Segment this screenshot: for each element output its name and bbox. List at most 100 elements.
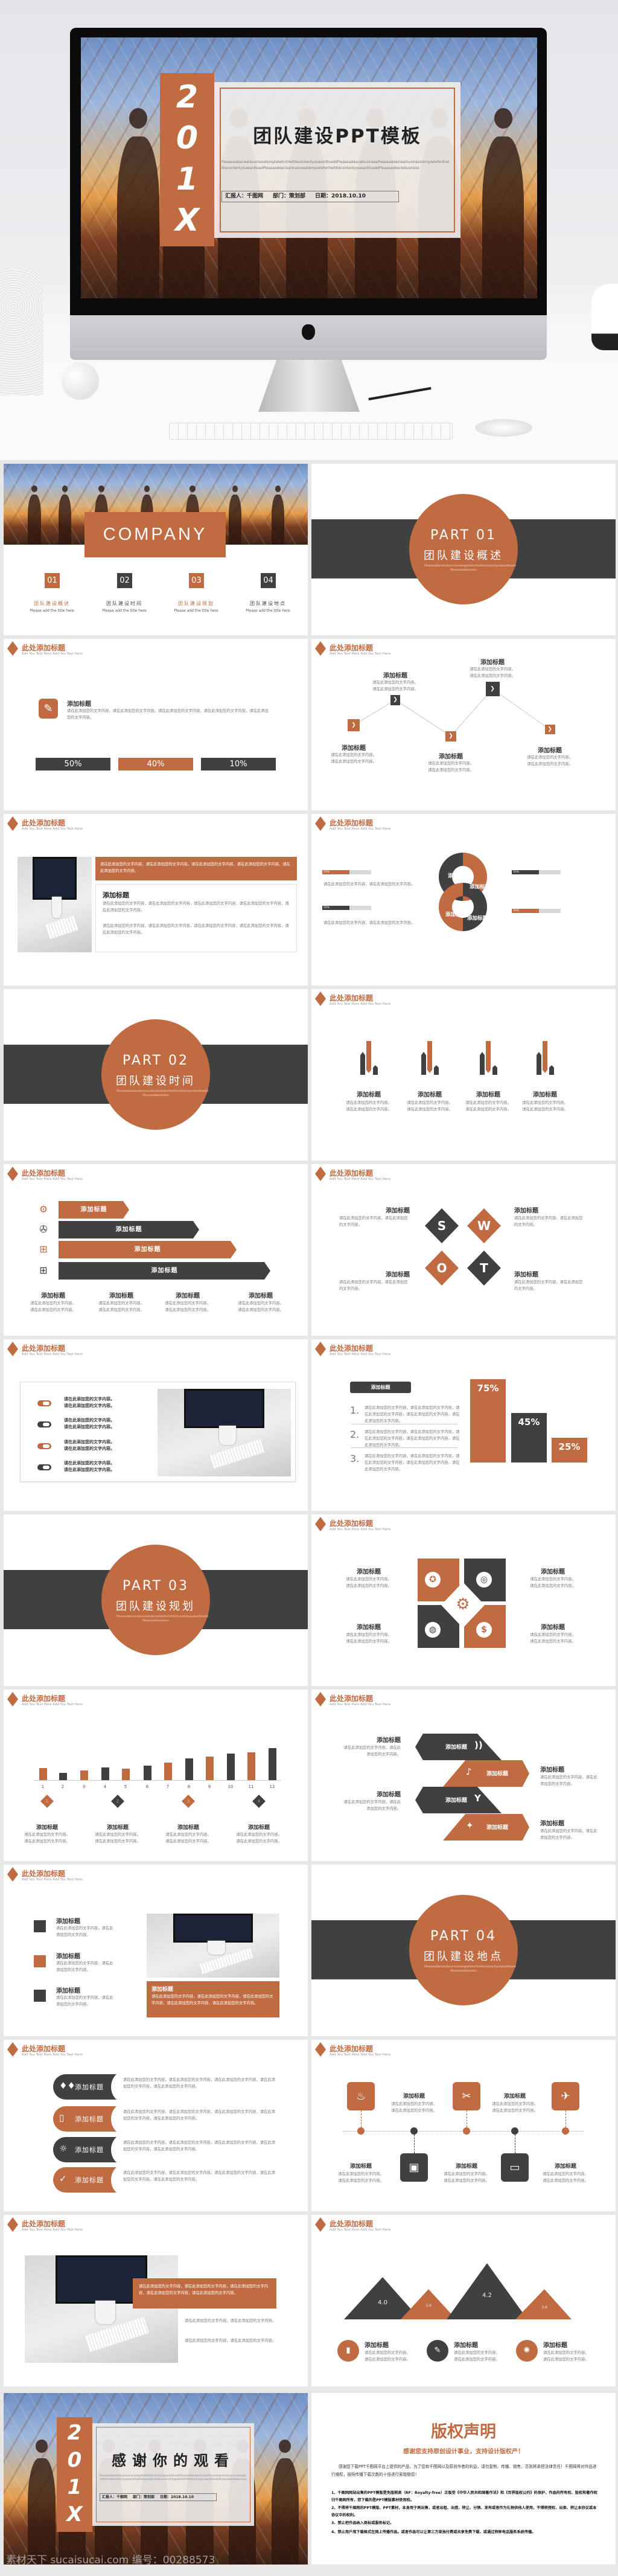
slide-subtitle: Add You Text Here Add You Text Here [330,1353,390,1356]
slide-23-thanks[interactable]: 2 0 1 X 感谢你的观看 Pleaseaddaclearbusinesstemplat… [4,2393,308,2565]
slide-18-part[interactable]: PART 04 团队建设地点 Pleaseaddaclearbusinesstemp… [311,1865,616,2036]
toc-subtitle: Please add the title here [174,609,218,613]
item-title: 添加标题 [418,1092,442,1098]
toggle-2[interactable] [37,1421,51,1427]
slide-21-photo_overlay[interactable]: 此处添加标题 Add You Text Here Add You Text Her… [4,2215,308,2386]
slide-4-zigzag[interactable]: 此处添加标题 Add You Text Here Add You Text Her… [311,639,616,810]
slide-22-mountains[interactable]: 此处添加标题 Add You Text Here Add You Text Her… [311,2215,616,2386]
item-title: 添加标题 [386,1272,410,1278]
toggle-4[interactable] [37,1464,51,1470]
desk-photo [25,2255,178,2363]
x-tick-label: 12 [269,1784,275,1789]
hero-mockup: 2 0 1 X 团队建设PPT模板 Pleaseaddaclearbusinesstemp… [0,0,618,460]
slide-5-photo_text[interactable]: 此处添加标题 Add You Text Here Add You Text Her… [4,814,308,985]
slide-6-knot[interactable]: 此处添加标题 Add You Text Here Add You Text Her… [311,814,616,985]
slide-11-toggles[interactable]: 此处添加标题 Add You Text Here Add You Text Her… [4,1339,308,1511]
item-title: 添加标题 [357,1569,381,1575]
toggle-3[interactable] [37,1443,51,1449]
silhouette-head [494,107,513,129]
item-title: 添加标题 [377,1737,401,1744]
slide-1-company[interactable]: COMPANY 01 团队建设概述 Please add the title here… [4,464,308,635]
slide-subtitle: Add You Text Here Add You Text Here [330,1177,390,1181]
campfire-icon: ♨ [347,2082,375,2110]
slide-3-icon_percent[interactable]: 此处添加标题 Add You Text Here Add You Text Her… [4,639,308,810]
item-text: 请在此添加您的文字内容。 [492,2109,538,2113]
slide-title: 此处添加标题 [22,1870,66,1878]
pencil-orange [427,1041,432,1073]
toc-item-2[interactable]: 02 团队建设时间 Please add the title here [94,573,154,615]
part-number: PART 02 [122,1053,190,1068]
apple-logo-icon [302,324,315,340]
tab-3[interactable]: ☼ 添加标题 [53,2135,135,2165]
slide-12-bars[interactable]: 此处添加标题 Add You Text Here Add You Text Her… [311,1339,616,1511]
bar-1 [39,1767,47,1780]
slide-title: 此处添加标题 [330,1344,374,1353]
item-text: 请在此添加您的文字内容。 [522,1101,568,1105]
toc-item-1[interactable]: 01 团队建设概述 Please add the title here [22,573,82,615]
slide-subtitle: Add You Text Here Add You Text Here [22,1353,83,1356]
toggle-1[interactable] [37,1400,51,1406]
slide-13-part[interactable]: PART 03 团队建设规划 Pleaseaddaclearbusinesstemp… [4,1514,308,1686]
item-title: 添加标题 [455,2164,477,2170]
info-box: 汇报人：千图网 部门：策划部 日期：2018.10.10 [100,2493,217,2501]
badge-icon: ✺ [516,2340,538,2362]
toggle-knob [43,1466,49,1469]
slide-20-timeline[interactable]: 此处添加标题 Add You Text Here Add You Text Her… [311,2040,616,2211]
item-text: 请在此添加您的文字内容，请在此添加您的文字内容。 [540,1775,597,1787]
title-button: 添加标题 [350,1382,411,1393]
tab-4[interactable]: ✓ 添加标题 [53,2165,135,2195]
arrow-bar-3: 添加标题 [59,1241,237,1258]
silhouette [271,494,284,545]
toc-item-4[interactable]: 04 团队建设地点 Please add the title here [238,573,298,615]
slide-7-part[interactable]: PART 02 团队建设时间 Pleaseaddaclearbusinesstemp… [4,989,308,1161]
header-diamond-icon [7,1167,18,1181]
item-title: 添加标题 [67,701,91,708]
toc-item-3[interactable]: 03 团队建设规划 Please add the title here [166,573,226,615]
item-title: 添加标题 [445,1745,467,1751]
bar-10 [226,1754,235,1780]
keyboard [84,2317,149,2353]
crystal-icon: ✦ [466,1820,474,1831]
tab-1[interactable]: ♦♦ 添加标题 [53,2072,135,2102]
slide-19-tabs[interactable]: 此处添加标题 Add You Text Here Add You Text Her… [4,2040,308,2211]
header-diamond-icon [7,1867,18,1882]
info-reporter: 汇报人：千图网 [102,2495,128,2499]
bar-6 [143,1766,151,1780]
info-reporter: 汇报人：千图网 [225,193,264,199]
slide-15-chart[interactable]: 此处添加标题 Add You Text Here Add You Text Her… [4,1690,308,1861]
slide-title: 此处添加标题 [330,1169,374,1177]
item-title: 添加标题 [540,1767,564,1773]
item-title: 添加标题 [469,884,490,890]
marker-diamond-4: 4 [252,1795,266,1808]
slide-8-pencils[interactable]: 此处添加标题 Add You Text Here Add You Text Her… [311,989,616,1161]
hex-arrow-3: 添加标题 Y [415,1787,502,1813]
progress-bar-2: 50% [322,906,371,910]
item-title: 添加标题 [533,1092,557,1098]
progress-bar-1: 50% [322,870,371,874]
teapot [591,284,618,350]
silhouette-head [144,485,150,492]
toc-subtitle: Please add the title here [246,609,290,613]
slide-14-quad[interactable]: 此处添加标题 Add You Text Here Add You Text Her… [311,1514,616,1686]
target-icon: ◎ [476,1572,492,1588]
slide-9-arrows[interactable]: 此处添加标题 Add You Text Here Add You Text Her… [4,1164,308,1336]
rocket-icon: ✈ [552,2082,579,2110]
bar-label: 25% [558,1441,581,1452]
slide-17-squares[interactable]: 此处添加标题 Add You Text Here Add You Text Her… [4,1865,308,2036]
item-text: 请在此添加您的文字内容。 [454,2351,500,2355]
slide-16-hex[interactable]: 此处添加标题 Add You Text Here Add You Text Her… [311,1690,616,1861]
mountain-value: 4.2 [482,2292,492,2299]
item-text: 请在此添加您的文字内容，请在此添加您的文字内容。 [514,1216,583,1228]
header-diamond-icon [315,1517,326,1531]
slide-24-copyright[interactable]: 版权声明 感谢您支持原创设计事业，支持设计版权产！ 感谢您下载PPT千图网平台上提供… [311,2393,616,2565]
tab-2[interactable]: ▯ 添加标题 [53,2104,135,2134]
slide-subtitle: Add You Text Here Add You Text Here [22,652,83,656]
item-text: 请在此添加您的文字内容，请在此添加您的文字内容。 [514,1280,583,1292]
compass-icon: ✪ [425,1572,441,1588]
slide-10-swot[interactable]: 此处添加标题 Add You Text Here Add You Text Her… [311,1164,616,1336]
slide-2-part[interactable]: PART 01 团队建设概述 Pleaseaddaclearbusinesstemp… [311,464,616,635]
item-title: 添加标题 [109,1293,133,1299]
item-text: 请在此添加您的文字内容。 [444,2172,489,2176]
hex-arrow-2: 添加标题 ♪ [443,1760,529,1787]
item-text: 请在此添加您的文字内容。 [238,1301,284,1306]
